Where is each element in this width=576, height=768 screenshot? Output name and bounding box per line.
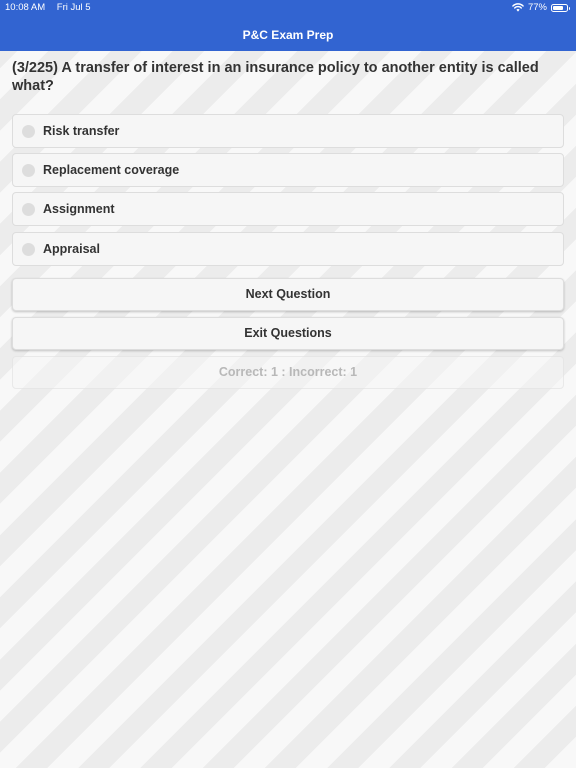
exit-questions-button[interactable]: Exit Questions <box>12 317 564 350</box>
status-time: 10:08 AM <box>5 2 46 13</box>
answer-option-label: Risk transfer <box>43 124 120 138</box>
question-text: (3/225) A transfer of interest in an ins… <box>12 60 539 94</box>
status-right: 77% <box>512 2 570 13</box>
battery-percent: 77% <box>527 2 547 13</box>
battery-icon <box>551 3 570 12</box>
answer-option-label: Assignment <box>43 202 115 217</box>
status-left: 10:08 AM Fri Jul 5 <box>5 2 91 13</box>
app-header: 10:08 AM Fri Jul 5 77% P&C Exam Prep <box>0 0 576 51</box>
answer-option-risk-transfer[interactable]: Risk transfer <box>12 114 564 148</box>
wifi-icon <box>512 3 524 12</box>
radio-icon[interactable] <box>22 242 35 256</box>
answer-options: Risk transfer Replacement coverage Assig… <box>12 114 564 271</box>
radio-icon[interactable] <box>22 203 35 217</box>
answer-option-label: Replacement coverage <box>43 163 180 178</box>
battery-fill <box>553 5 563 10</box>
status-date: Fri Jul 5 <box>56 2 91 13</box>
answer-option-assignment[interactable]: Assignment <box>12 192 564 227</box>
page-title: P&C Exam Prep <box>242 28 334 42</box>
radio-icon[interactable] <box>22 164 35 178</box>
answer-option-replacement-coverage[interactable]: Replacement coverage <box>12 153 564 188</box>
score-display: Correct: 1 : Incorrect: 1 <box>12 356 564 389</box>
answer-option-appraisal[interactable]: Appraisal <box>12 231 564 266</box>
status-bar: 10:08 AM Fri Jul 5 77% <box>0 0 576 16</box>
radio-icon[interactable] <box>22 125 35 138</box>
next-question-button[interactable]: Next Question <box>12 278 564 311</box>
answer-option-label: Appraisal <box>43 241 100 256</box>
